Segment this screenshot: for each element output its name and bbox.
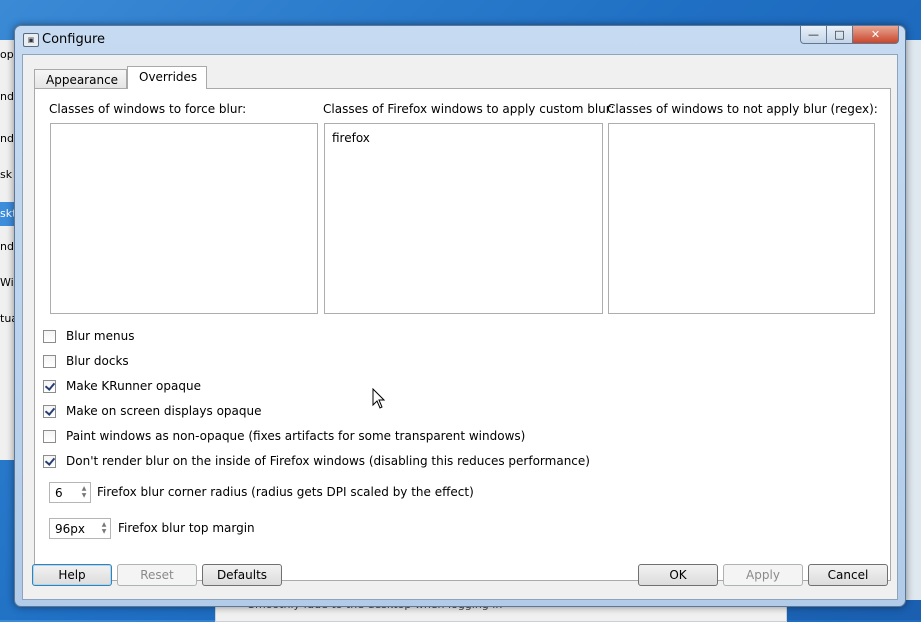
checkbox-label: Blur menus — [66, 329, 135, 343]
no-blur-label: Classes of windows to not apply blur (re… — [607, 102, 878, 116]
corner-radius-spinbox[interactable]: 6 ▲ ▼ — [49, 482, 91, 503]
cancel-button[interactable]: Cancel — [808, 564, 888, 586]
spin-arrows-icon[interactable]: ▲ ▼ — [80, 485, 88, 500]
blur-menus-checkbox-row[interactable]: Blur menus — [43, 328, 134, 344]
checkbox-label: Blur docks — [66, 354, 129, 368]
overrides-tab-pane: Classes of windows to force blur: Classe… — [34, 88, 891, 581]
mouse-cursor-icon — [372, 388, 386, 409]
minimize-icon: — — [808, 28, 819, 41]
close-icon: ✕ — [870, 28, 881, 41]
spinbox-value: 96px — [55, 522, 85, 536]
firefox-custom-blur-label: Classes of Firefox windows to apply cust… — [323, 102, 615, 116]
window-controls: — □ ✕ — [800, 26, 899, 45]
checkbox-label: Paint windows as non-opaque (fixes artif… — [66, 429, 526, 443]
no-blur-list[interactable] — [608, 123, 875, 314]
dialog-client-area: Appearance Overrides Classes of windows … — [22, 54, 898, 600]
ok-button[interactable]: OK — [638, 564, 718, 586]
tab-appearance[interactable]: Appearance — [34, 69, 127, 89]
checkbox-label: Don't render blur on the inside of Firef… — [66, 454, 590, 468]
blur-menus-checkbox[interactable] — [43, 329, 56, 343]
tab-overrides[interactable]: Overrides — [127, 66, 207, 89]
title-bar[interactable]: ▣ Configure — □ ✕ — [15, 26, 905, 54]
paint-non-opaque-checkbox-row[interactable]: Paint windows as non-opaque (fixes artif… — [43, 428, 525, 444]
krunner-opaque-checkbox[interactable] — [43, 379, 56, 393]
list-item[interactable]: firefox — [332, 131, 370, 145]
checkbox-label: Make on screen displays opaque — [66, 404, 262, 418]
firefox-custom-blur-list[interactable]: firefox — [324, 123, 603, 314]
reset-button[interactable]: Reset — [117, 564, 197, 586]
configure-dialog: ▣ Configure — □ ✕ Appearance Overrides C… — [14, 25, 906, 607]
spin-arrows-icon[interactable]: ▲ ▼ — [100, 521, 108, 536]
top-margin-label: Firefox blur top margin — [118, 521, 255, 535]
firefox-no-inner-blur-checkbox-row[interactable]: Don't render blur on the inside of Firef… — [43, 453, 590, 469]
osd-opaque-checkbox-row[interactable]: Make on screen displays opaque — [43, 403, 262, 419]
top-margin-spinbox[interactable]: 96px ▲ ▼ — [49, 518, 111, 539]
spinbox-value: 6 — [55, 486, 63, 500]
help-button[interactable]: Help — [32, 564, 112, 586]
force-blur-list[interactable] — [50, 123, 318, 314]
paint-non-opaque-checkbox[interactable] — [43, 429, 56, 443]
maximize-icon: □ — [834, 28, 845, 41]
defaults-button[interactable]: Defaults — [202, 564, 282, 586]
configure-app-icon: ▣ — [23, 33, 39, 47]
close-button[interactable]: ✕ — [853, 26, 899, 44]
krunner-opaque-checkbox-row[interactable]: Make KRunner opaque — [43, 378, 201, 394]
corner-radius-label: Firefox blur corner radius (radius gets … — [97, 485, 474, 499]
osd-opaque-checkbox[interactable] — [43, 404, 56, 418]
window-title: Configure — [42, 32, 106, 47]
firefox-no-inner-blur-checkbox[interactable] — [43, 454, 56, 468]
checkbox-label: Make KRunner opaque — [66, 379, 201, 393]
blur-docks-checkbox-row[interactable]: Blur docks — [43, 353, 129, 369]
force-blur-label: Classes of windows to force blur: — [49, 102, 247, 116]
maximize-button[interactable]: □ — [827, 26, 853, 44]
apply-button[interactable]: Apply — [723, 564, 803, 586]
blur-docks-checkbox[interactable] — [43, 354, 56, 368]
minimize-button[interactable]: — — [800, 26, 827, 44]
